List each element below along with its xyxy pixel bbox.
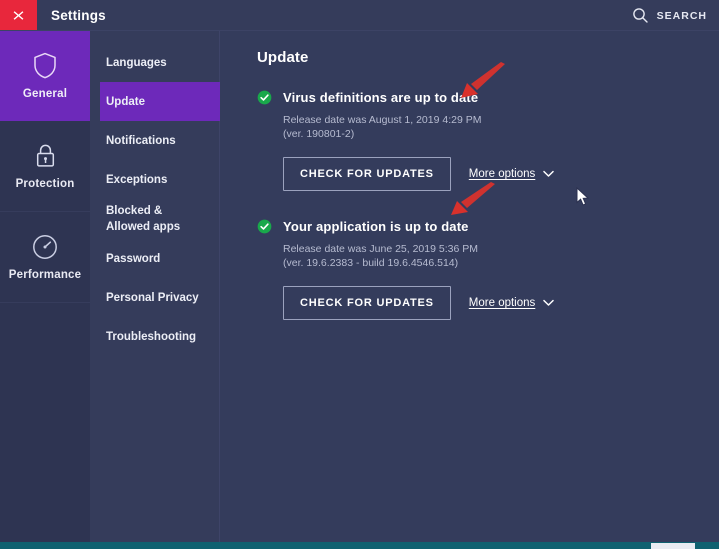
- sidebar-item-general-label: General: [22, 88, 68, 100]
- close-icon: [13, 11, 24, 20]
- settings-window: Settings SEARCH General Protection Perfo…: [0, 0, 719, 549]
- action-row: CHECK FOR UPDATES More options: [283, 157, 719, 191]
- subnav-item-blocked-allowed-apps[interactable]: Blocked & Allowed apps: [90, 199, 219, 239]
- lock-icon: [36, 144, 54, 167]
- release-date: Release date was August 1, 2019 4:29 PM: [283, 114, 482, 126]
- search-label: SEARCH: [656, 9, 707, 22]
- sidebar-item-general[interactable]: General: [0, 31, 90, 121]
- green-check-icon: [257, 90, 272, 105]
- page-title: Update: [257, 49, 309, 66]
- main-content: Update Virus definitions are up to date …: [221, 31, 719, 542]
- close-button[interactable]: [0, 0, 37, 31]
- subnav-item-languages[interactable]: Languages: [90, 43, 219, 82]
- search-button[interactable]: SEARCH: [632, 0, 707, 31]
- sidebar-item-protection-label: Protection: [15, 177, 75, 190]
- release-version: (ver. 190801-2): [283, 128, 355, 140]
- subnav-item-personal-privacy[interactable]: Personal Privacy: [90, 278, 219, 317]
- sidebar-item-performance[interactable]: Performance: [0, 212, 90, 303]
- subnav-item-exceptions[interactable]: Exceptions: [90, 160, 219, 199]
- release-info: Release date was June 25, 2019 5:36 PM (…: [283, 242, 719, 270]
- release-date: Release date was June 25, 2019 5:36 PM: [283, 243, 478, 255]
- subnav-item-notifications[interactable]: Notifications: [90, 121, 219, 160]
- action-row: CHECK FOR UPDATES More options: [283, 286, 719, 320]
- update-block-virus-definitions: Virus definitions are up to date Release…: [257, 90, 719, 191]
- chevron-down-icon: [543, 170, 555, 177]
- primary-sidebar: General Protection Performance: [0, 31, 90, 542]
- speedometer-icon: [33, 234, 57, 259]
- status-title: Virus definitions are up to date: [283, 90, 479, 105]
- status-header: Your application is up to date: [257, 219, 719, 234]
- green-check-icon: [257, 219, 272, 234]
- chevron-down-icon: [543, 299, 555, 306]
- bottom-accent-strip: [0, 542, 719, 549]
- secondary-sidebar: Languages Update Notifications Exception…: [90, 31, 220, 542]
- release-version: (ver. 19.6.2383 - build 19.6.4546.514): [283, 257, 459, 269]
- check-for-updates-button[interactable]: CHECK FOR UPDATES: [283, 157, 451, 191]
- subnav-item-troubleshooting[interactable]: Troubleshooting: [90, 317, 219, 356]
- sidebar-item-protection[interactable]: Protection: [0, 121, 90, 212]
- window-title: Settings: [51, 8, 106, 23]
- shield-icon: [34, 52, 56, 79]
- release-info: Release date was August 1, 2019 4:29 PM …: [283, 113, 719, 141]
- check-for-updates-button[interactable]: CHECK FOR UPDATES: [283, 286, 451, 320]
- taskbar-chip[interactable]: [651, 543, 695, 549]
- update-block-application: Your application is up to date Release d…: [257, 219, 719, 320]
- sidebar-item-performance-label: Performance: [8, 268, 82, 281]
- subnav-item-update[interactable]: Update: [100, 82, 220, 121]
- search-icon: [632, 8, 648, 23]
- more-options-label: More options: [468, 168, 536, 180]
- more-options-toggle[interactable]: More options: [468, 168, 555, 180]
- status-header: Virus definitions are up to date: [257, 90, 719, 105]
- subnav-item-password[interactable]: Password: [90, 239, 219, 278]
- status-title: Your application is up to date: [283, 219, 469, 234]
- more-options-label: More options: [468, 297, 536, 309]
- more-options-toggle[interactable]: More options: [468, 297, 555, 309]
- title-bar: Settings SEARCH: [0, 0, 719, 31]
